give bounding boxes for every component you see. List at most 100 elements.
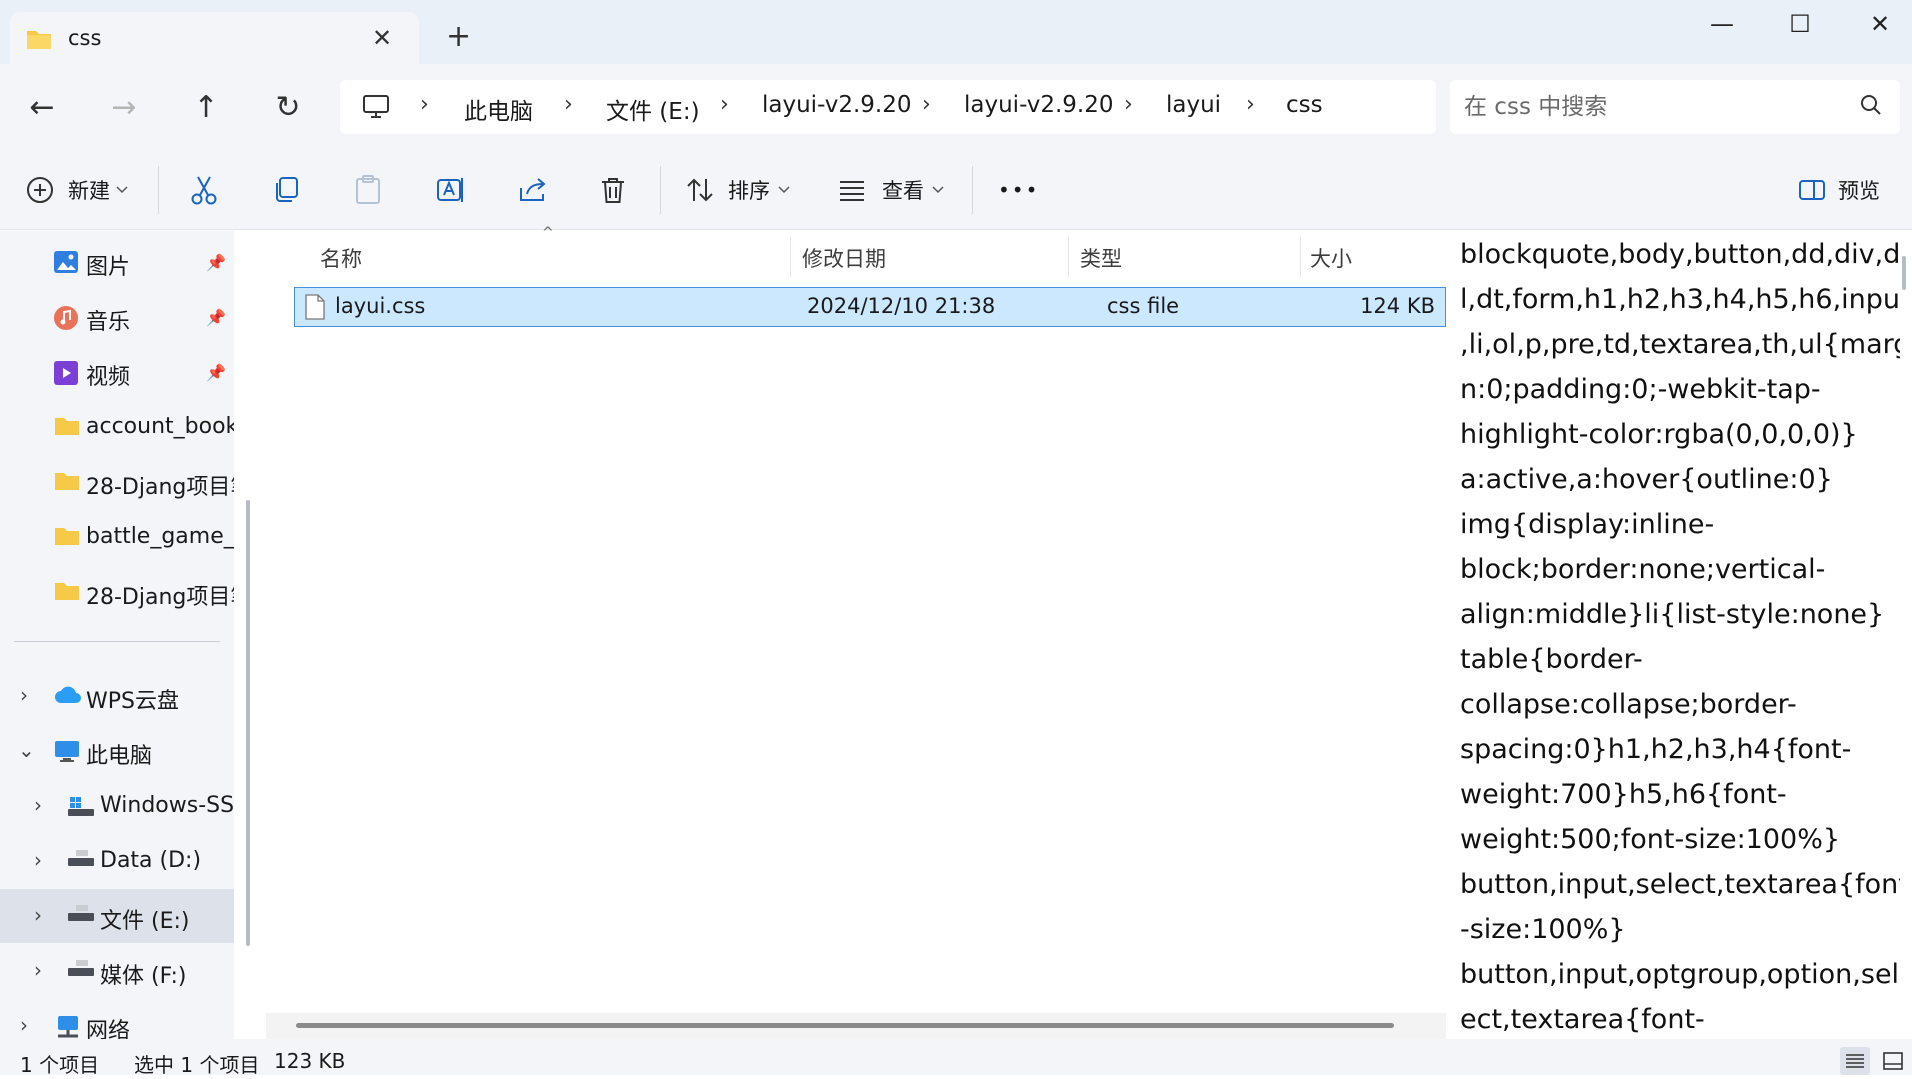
sidebar-item-network[interactable]: › 网络 [0, 999, 234, 1039]
sidebar-item-folder[interactable]: battle_game_20 [0, 510, 234, 564]
sidebar-item-this-pc[interactable]: ⌄ 此电脑 [0, 724, 234, 778]
command-bar: 新建 排序 查看 ••• 预览 [0, 148, 1912, 230]
minimize-button[interactable]: — [1702, 10, 1742, 40]
search-input[interactable] [1462, 88, 1842, 126]
column-header-size[interactable]: 大小 [1310, 243, 1352, 273]
chevron-right-icon[interactable]: › [34, 793, 42, 817]
close-window-button[interactable]: ✕ [1860, 10, 1900, 40]
chevron-right-icon[interactable]: › [20, 683, 28, 707]
paste-button[interactable] [354, 170, 382, 210]
preview-text-line: blockquote,body,button,dd,div,d [1460, 239, 1900, 270]
chevron-right-icon[interactable]: › [34, 848, 42, 872]
details-view-button[interactable] [1840, 1047, 1870, 1075]
sidebar-item-pictures[interactable]: 图片 📌 [0, 235, 234, 289]
new-button[interactable]: 新建 [26, 170, 128, 210]
preview-text-line: weight:700}h5,h6{font- [1460, 779, 1787, 810]
preview-text-line: ,li,ol,p,pre,td,textarea,th,ul{margi [1460, 329, 1900, 360]
chevron-right-icon[interactable]: › [34, 958, 42, 982]
chevron-right-icon[interactable]: › [20, 1013, 28, 1037]
column-header-name[interactable]: 名称 [320, 243, 362, 273]
sidebar-item-folder[interactable]: account_book_ [0, 400, 234, 454]
search-box[interactable] [1450, 80, 1900, 134]
video-icon [54, 361, 78, 389]
new-button-label: 新建 [68, 179, 110, 203]
column-divider[interactable] [1068, 237, 1069, 277]
music-icon [54, 306, 78, 334]
sort-icon [686, 177, 714, 203]
refresh-button[interactable]: ↻ [268, 88, 308, 128]
tab-css[interactable]: css ✕ [10, 12, 419, 64]
search-icon[interactable] [1860, 94, 1882, 120]
computer-icon [54, 740, 80, 768]
horizontal-scrollbar-thumb[interactable] [296, 1023, 1394, 1028]
sidebar-item-folder[interactable]: 28-Djang项目笔 [0, 455, 234, 509]
address-bar[interactable]: › 此电脑 › 文件 (E:) › layui-v2.9.20 › layui-… [340, 80, 1436, 134]
breadcrumb-this-pc[interactable]: 此电脑 [464, 92, 533, 126]
sort-button[interactable]: 排序 [686, 170, 790, 210]
back-button[interactable]: ← [22, 88, 62, 128]
sidebar-item-label: 文件 (E:) [100, 909, 190, 934]
breadcrumb-separator[interactable]: › [420, 92, 429, 117]
breadcrumb-layui[interactable]: layui [1166, 92, 1221, 118]
breadcrumb-separator[interactable]: › [564, 92, 573, 117]
sidebar-item-drive-f[interactable]: › 媒体 (F:) [0, 944, 234, 998]
tiles-view-button[interactable] [1878, 1047, 1908, 1075]
sidebar-item-drive-e[interactable]: › 文件 (E:) [0, 889, 234, 943]
selection-count: 选中 1 个项目 [134, 1053, 260, 1077]
breadcrumb-separator[interactable]: › [1124, 92, 1133, 117]
column-header-type[interactable]: 类型 [1080, 243, 1122, 273]
column-header-modified[interactable]: 修改日期 [802, 243, 886, 273]
cut-button[interactable] [190, 170, 218, 210]
delete-button[interactable] [600, 170, 626, 210]
folder-icon [54, 416, 80, 440]
column-divider[interactable] [790, 237, 791, 277]
view-button[interactable]: 查看 [838, 170, 944, 210]
breadcrumb-separator[interactable]: › [922, 92, 931, 117]
preview-text-line: button,input,optgroup,option,sel [1460, 959, 1900, 990]
list-view-icon [838, 179, 866, 201]
more-options-button[interactable]: ••• [998, 170, 1039, 210]
new-tab-button[interactable]: + [446, 22, 471, 52]
sidebar-item-videos[interactable]: 视频 📌 [0, 345, 234, 399]
preview-pane-button[interactable]: 预览 [1798, 170, 1880, 210]
sidebar-item-drive-d[interactable]: › Data (D:) [0, 834, 234, 888]
sidebar-item-label: battle_game_20 [86, 524, 234, 549]
computer-icon[interactable] [362, 94, 390, 124]
sidebar-item-label: 媒体 (F:) [100, 964, 187, 989]
file-type: css file [1107, 294, 1180, 318]
sidebar-item-label: 视频 [86, 365, 131, 390]
breadcrumb-separator[interactable]: › [1246, 92, 1255, 117]
folder-icon [26, 28, 52, 54]
preview-scrollbar[interactable] [1902, 256, 1906, 290]
sidebar-item-wps-cloud[interactable]: › WPS云盘 [0, 669, 234, 723]
breadcrumb-drive-e[interactable]: 文件 (E:) [606, 92, 700, 126]
copy-button[interactable] [272, 170, 300, 210]
horizontal-scrollbar[interactable] [266, 1013, 1446, 1039]
breadcrumb-separator[interactable]: › [720, 92, 729, 117]
chevron-down-icon[interactable]: ⌄ [18, 738, 35, 762]
sidebar-item-label: Data (D:) [100, 848, 202, 873]
trash-icon [600, 176, 626, 204]
share-button[interactable] [518, 170, 548, 210]
navigation-pane: 图片 📌 音乐 📌 视频 📌 account_book_ 28-Djang项目笔… [0, 231, 234, 1039]
share-icon [518, 176, 548, 204]
rename-button[interactable] [436, 170, 466, 210]
tab-close-icon[interactable]: ✕ [372, 24, 392, 52]
sidebar-scrollbar[interactable] [246, 500, 250, 946]
sidebar-item-music[interactable]: 音乐 📌 [0, 290, 234, 344]
maximize-button[interactable]: ☐ [1780, 10, 1820, 40]
forward-button[interactable]: → [104, 88, 144, 128]
up-button[interactable]: ↑ [186, 88, 226, 128]
sidebar-item-folder[interactable]: 28-Djang项目笔 [0, 565, 234, 619]
pin-icon: 📌 [206, 308, 226, 327]
preview-text-line: button,input,select,textarea{font [1460, 869, 1900, 900]
sidebar-item-windows-ssd[interactable]: › Windows-SSD [0, 779, 234, 833]
breadcrumb-layui-v2-9-20-a[interactable]: layui-v2.9.20 [762, 92, 912, 118]
view-button-label: 查看 [882, 179, 924, 203]
toolbar-divider [972, 166, 973, 214]
breadcrumb-css[interactable]: css [1286, 92, 1323, 118]
table-row[interactable]: layui.css 2024/12/10 21:38 css file 124 … [294, 287, 1446, 327]
breadcrumb-layui-v2-9-20-b[interactable]: layui-v2.9.20 [964, 92, 1114, 118]
chevron-right-icon[interactable]: › [34, 903, 42, 927]
column-divider[interactable] [1300, 237, 1301, 277]
